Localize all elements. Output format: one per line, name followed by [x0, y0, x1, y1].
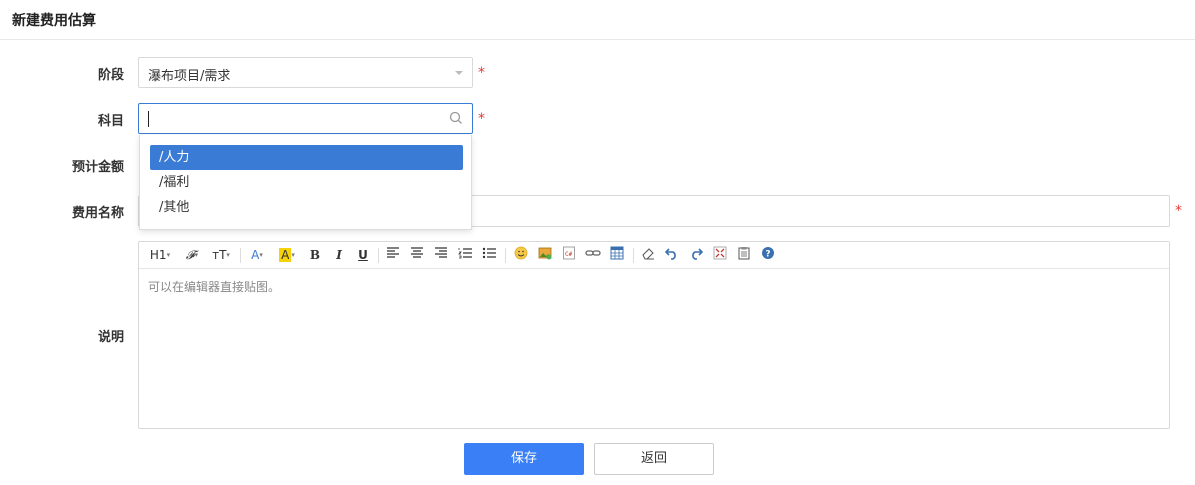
dropdown-option[interactable]: /人力 — [150, 145, 463, 170]
text-cursor — [148, 111, 149, 127]
toolbar-divider — [505, 248, 506, 263]
help-icon[interactable]: ? — [760, 246, 776, 265]
italic-button[interactable]: I — [331, 246, 347, 265]
emoji-icon[interactable] — [513, 246, 529, 265]
redo-icon[interactable] — [688, 246, 704, 265]
heading-button[interactable]: H1▾ — [147, 246, 173, 265]
align-center-icon[interactable] — [409, 246, 425, 265]
stage-select-value: 瀑布项目/需求 — [148, 69, 231, 84]
editor-toolbar: H1▾ 𝓕▾ тT▾ A▾ A ▾ B I U C# ? — [139, 242, 1169, 269]
background-color-button[interactable]: A ▾ — [275, 246, 299, 265]
align-left-icon[interactable] — [385, 246, 401, 265]
subject-dropdown: /人力 /福利 /其他 — [139, 135, 472, 230]
required-marker: * — [478, 111, 485, 127]
required-marker: * — [1175, 203, 1182, 219]
ordered-list-icon[interactable] — [457, 246, 473, 265]
back-button[interactable]: 返回 — [594, 443, 714, 475]
subject-search-input[interactable] — [145, 109, 435, 129]
underline-button[interactable]: U — [355, 246, 371, 265]
editor-placeholder: 可以在编辑器直接贴图。 — [148, 280, 281, 294]
undo-icon[interactable] — [664, 246, 680, 265]
toolbar-divider — [633, 248, 634, 263]
toolbar-divider — [240, 248, 241, 263]
save-button[interactable]: 保存 — [464, 443, 584, 475]
stage-select[interactable]: 瀑布项目/需求 — [138, 57, 473, 88]
amount-label: 预计金额 — [71, 160, 124, 175]
insert-image-icon[interactable] — [537, 246, 553, 265]
page-title: 新建费用估算 — [12, 13, 96, 29]
page-header: 新建费用估算 — [0, 0, 1195, 40]
subject-label: 科目 — [97, 114, 124, 129]
fullscreen-icon[interactable] — [712, 246, 728, 265]
name-label: 费用名称 — [71, 206, 124, 221]
table-icon[interactable] — [609, 246, 625, 265]
code-icon[interactable]: C# — [561, 246, 577, 265]
required-marker: * — [478, 65, 485, 81]
svg-text:?: ? — [765, 250, 770, 260]
font-family-button[interactable]: 𝓕▾ — [180, 246, 204, 265]
svg-text:C#: C# — [565, 251, 573, 258]
desc-label: 说明 — [97, 330, 124, 345]
dropdown-option[interactable]: /福利 — [150, 170, 463, 195]
link-icon[interactable] — [585, 246, 601, 265]
paste-icon[interactable] — [736, 246, 752, 265]
align-right-icon[interactable] — [433, 246, 449, 265]
dropdown-option[interactable]: /其他 — [150, 195, 463, 220]
search-icon[interactable] — [449, 111, 463, 129]
stage-label: 阶段 — [97, 68, 124, 83]
font-size-button[interactable]: тT▾ — [209, 246, 233, 265]
bold-button[interactable]: B — [307, 246, 323, 265]
subject-search-field[interactable] — [138, 103, 473, 134]
eraser-icon[interactable] — [640, 246, 656, 265]
rich-text-editor[interactable]: H1▾ 𝓕▾ тT▾ A▾ A ▾ B I U C# ? 可以在编辑器直接贴图。 — [138, 241, 1170, 429]
chevron-down-icon — [455, 71, 463, 75]
toolbar-divider — [378, 248, 379, 263]
bullet-list-icon[interactable] — [481, 246, 497, 265]
font-color-button[interactable]: A▾ — [247, 246, 267, 265]
